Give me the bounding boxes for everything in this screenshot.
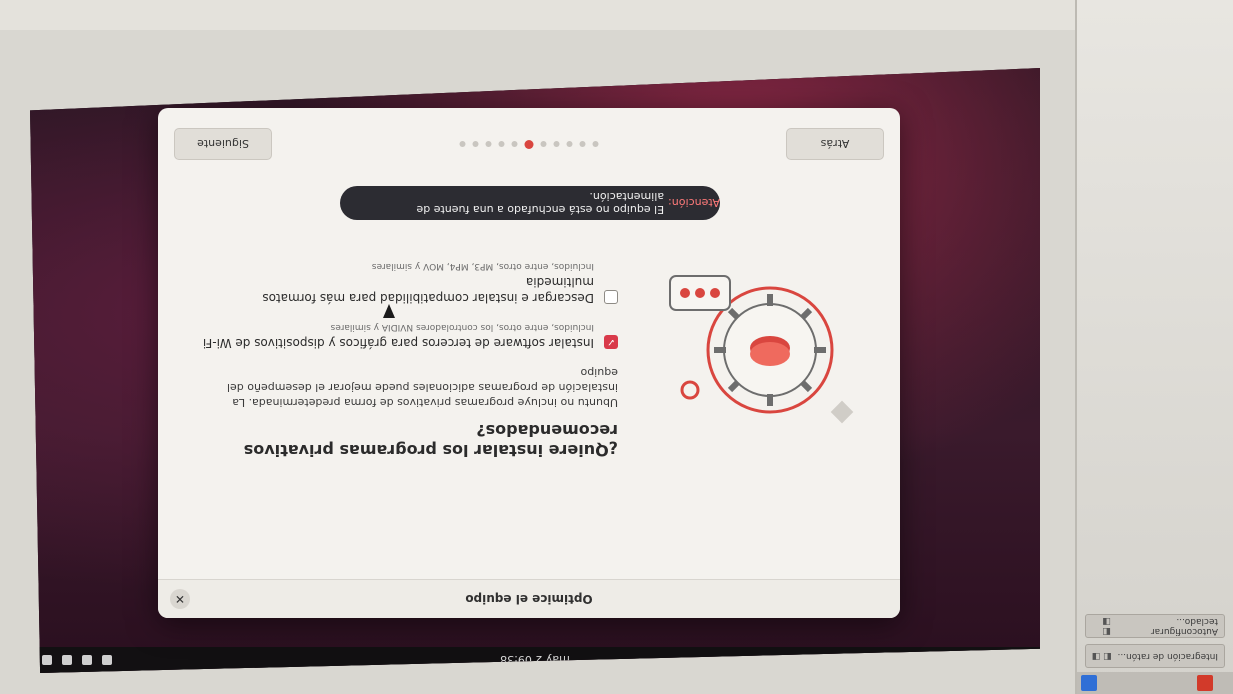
taskbar-item-label: Autoconfigurar teclado... — [1150, 616, 1218, 636]
top-bar: may 2 09:38 — [30, 647, 1040, 673]
mouse-pointer-icon — [383, 304, 395, 318]
step-dot — [540, 141, 547, 148]
step-dot — [566, 141, 573, 148]
topbar-clock[interactable]: may 2 09:38 — [500, 654, 570, 667]
taskbar-item-label: Integración de ratón... — [1117, 651, 1218, 661]
toast-label: Atención: — [668, 196, 720, 210]
toast-message: El equipo no está enchufado a una fuente… — [416, 190, 665, 216]
option-multimedia-codecs[interactable]: Descargar e instalar compatibilidad para… — [198, 259, 618, 306]
third-party-checkbox[interactable]: ✓ — [604, 335, 618, 349]
host-tray — [1077, 672, 1233, 694]
multimedia-checkbox[interactable] — [604, 290, 618, 304]
power-warning-toast: Atención: El equipo no está enchufado a … — [340, 186, 720, 220]
window-title: Optimice el equipo — [465, 592, 593, 606]
step-dot — [459, 141, 466, 148]
step-dot — [511, 141, 518, 148]
photo-background-top — [0, 0, 1233, 30]
close-icon: ✕ — [174, 592, 186, 606]
host-side-panel: Autoconfigurar teclado... ◧ ◨ Integració… — [1075, 0, 1233, 694]
installer-window: Optimice el equipo ✕ ¿Quiere instalar lo… — [158, 108, 900, 618]
step-dot — [592, 141, 599, 148]
workspace-pill-icon — [1008, 657, 1028, 663]
tray-red-icon[interactable] — [1197, 675, 1213, 691]
taskbar-item-icons: ◧ ◨ — [1092, 651, 1112, 661]
window-content: ¿Quiere instalar los programas privativo… — [158, 180, 900, 580]
text-block: ¿Quiere instalar los programas privativo… — [198, 245, 618, 460]
gear-illustration-icon — [669, 275, 854, 424]
power-icon — [42, 655, 52, 665]
option-label: Descargar e instalar compatibilidad para… — [262, 275, 594, 305]
network-icon — [82, 655, 92, 665]
volume-icon — [62, 655, 72, 665]
accessibility-icon — [102, 655, 112, 665]
taskbar-item[interactable]: Autoconfigurar teclado... ◧ ◨ — [1085, 614, 1225, 638]
taskbar-item[interactable]: Integración de ratón... ◧ ◨ — [1085, 644, 1225, 668]
system-tray[interactable] — [42, 655, 112, 665]
option-third-party-drivers[interactable]: ✓ Instalar software de terceros para grá… — [198, 320, 618, 351]
window-header: Optimice el equipo ✕ — [158, 579, 900, 618]
monitor-screen: may 2 09:38 Optimice el equipo ✕ ¿Quiere… — [30, 68, 1040, 673]
option-sublabel: Incluidos, entre otros, MP3, MP4, MOV y … — [371, 261, 594, 271]
step-dot — [498, 141, 505, 148]
next-button[interactable]: Siguiente — [174, 128, 272, 160]
checkmark-icon: ✓ — [606, 336, 616, 348]
activities-indicator[interactable] — [1008, 657, 1028, 663]
step-indicator — [459, 140, 599, 149]
option-label: Instalar software de terceros para gráfi… — [202, 336, 594, 350]
back-button[interactable]: Atrás — [786, 128, 884, 160]
tray-blue-icon[interactable] — [1081, 675, 1097, 691]
step-dot-active — [524, 140, 534, 149]
page-description: Ubuntu no incluye programas privativos d… — [226, 366, 618, 409]
step-dot — [579, 141, 586, 148]
close-button[interactable]: ✕ — [170, 589, 190, 609]
step-dot — [485, 141, 492, 148]
step-dot — [472, 141, 479, 148]
step-dot — [553, 141, 560, 148]
option-sublabel: Incluidos, entre otros, los controladore… — [330, 322, 594, 332]
window-footer: Atrás Siguiente — [158, 108, 900, 180]
taskbar-item-icons: ◧ ◨ — [1102, 616, 1112, 636]
page-question: ¿Quiere instalar los programas privativo… — [243, 421, 618, 460]
